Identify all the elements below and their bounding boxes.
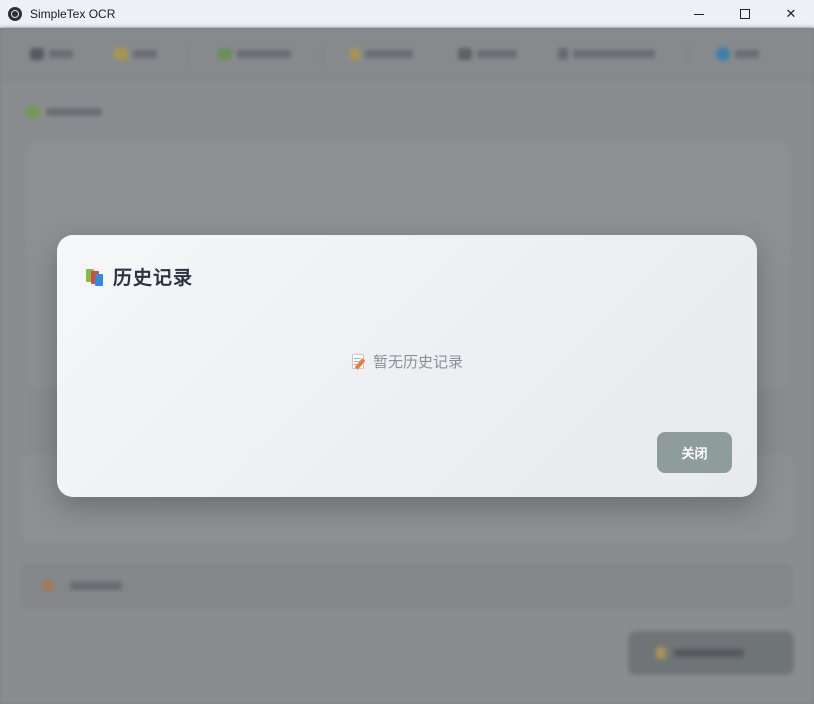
toolbar-item	[558, 46, 655, 62]
toolbar-item-icon	[30, 48, 44, 60]
empty-state-text: 暂无历史记录	[372, 353, 463, 371]
close-window-button[interactable]: ✕	[768, 0, 814, 28]
history-dialog: 历史记录 暂无历史记录 关闭	[57, 235, 757, 497]
dialog-header: 历史记录	[85, 263, 193, 290]
app-logo-icon	[8, 6, 22, 21]
empty-state: 暂无历史记录	[57, 351, 757, 372]
bg-info-panel	[20, 563, 794, 609]
books-icon	[85, 267, 105, 287]
toolbar-item	[458, 46, 517, 62]
dialog-title: 历史记录	[113, 267, 194, 289]
toolbar-item-icon	[114, 48, 128, 60]
toolbar	[0, 28, 814, 80]
minimize-icon	[694, 13, 704, 15]
toolbar-item-icon	[218, 48, 232, 60]
toolbar-separator	[688, 42, 689, 66]
toolbar-separator	[322, 42, 323, 66]
toolbar-item-icon	[716, 47, 730, 61]
toolbar-item-icon	[458, 48, 472, 60]
window-title: SimpleTex OCR	[30, 6, 116, 21]
toolbar-item	[114, 46, 157, 62]
window-controls: ✕	[676, 0, 814, 28]
toolbar-item	[218, 46, 291, 62]
maximize-icon	[740, 9, 750, 19]
title-bar: SimpleTex OCR ✕	[0, 0, 814, 28]
toolbar-item	[350, 46, 413, 62]
toolbar-item	[716, 46, 759, 62]
bg-action-button	[628, 631, 794, 675]
close-icon: ✕	[785, 6, 797, 22]
bg-section-label	[26, 106, 102, 118]
maximize-button[interactable]	[722, 0, 768, 28]
minimize-button[interactable]	[676, 0, 722, 28]
toolbar-item-icon	[350, 48, 360, 60]
close-dialog-button[interactable]: 关闭	[657, 432, 732, 473]
toolbar-item	[30, 46, 73, 62]
toolbar-separator	[188, 42, 189, 66]
memo-icon	[351, 353, 367, 371]
toolbar-item-icon	[558, 48, 568, 60]
